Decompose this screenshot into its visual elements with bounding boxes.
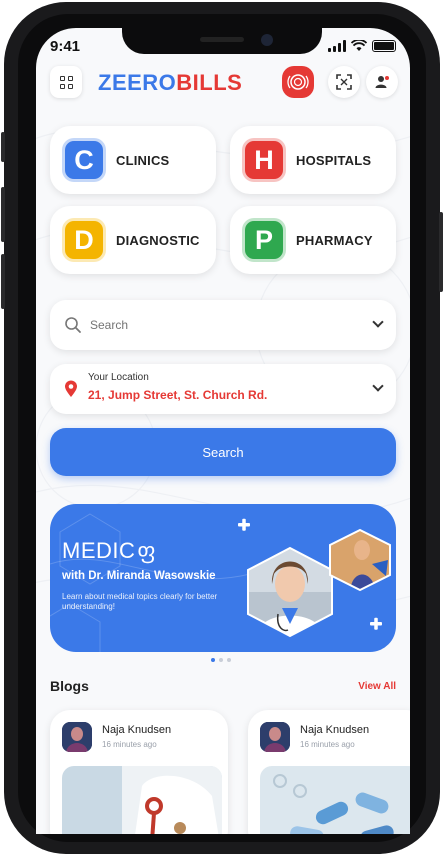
blog-time: 16 minutes ago	[300, 740, 355, 749]
sos-button[interactable]	[282, 66, 314, 98]
category-clinics[interactable]: C CLINICS	[50, 126, 216, 194]
blog-card[interactable]: Naja Knudsen 16 minutes ago	[50, 710, 228, 834]
chevron-down-icon[interactable]	[372, 316, 384, 328]
carousel-dot[interactable]	[219, 658, 223, 662]
profile-icon	[375, 76, 389, 88]
banner-title-text: MEDIC	[62, 538, 136, 563]
menu-button[interactable]	[50, 66, 82, 98]
scan-button[interactable]	[328, 66, 360, 98]
clinics-icon: C	[62, 138, 106, 182]
category-hospitals[interactable]: H HOSPITALS	[230, 126, 396, 194]
hospitals-icon: H	[242, 138, 286, 182]
location-pin-icon	[65, 380, 77, 397]
banner-subtitle: with Dr. Miranda Wasowskie	[62, 570, 216, 582]
status-icons	[328, 40, 396, 52]
search-input[interactable]	[90, 315, 350, 335]
category-label: CLINICS	[116, 152, 170, 168]
promo-banner[interactable]: MEDICფ with Dr. Miranda Wasowskie Learn …	[50, 504, 396, 652]
status-time: 9:41	[50, 38, 81, 55]
blog-image	[62, 766, 222, 834]
signal-icon	[328, 40, 346, 52]
wifi-icon	[351, 40, 367, 51]
category-label: HOSPITALS	[296, 152, 372, 168]
carousel-dot[interactable]	[227, 658, 231, 662]
view-all-link[interactable]: View All	[358, 681, 396, 692]
blog-time: 16 minutes ago	[102, 740, 157, 749]
carousel-dot[interactable]	[211, 658, 215, 662]
app-logo: ZEEROBILLS	[98, 70, 242, 96]
banner-title: MEDICფ	[62, 538, 156, 564]
search-field[interactable]	[50, 300, 396, 350]
location-label: Your Location	[88, 372, 149, 383]
app-header: ZEEROBILLS	[50, 66, 398, 100]
avatar	[62, 722, 92, 752]
mute-switch	[1, 132, 5, 162]
scan-icon	[336, 74, 352, 90]
volume-up-button	[1, 187, 5, 242]
sos-icon	[287, 74, 309, 90]
chevron-down-icon[interactable]	[372, 380, 384, 392]
search-icon	[65, 317, 81, 333]
logo-part-2: BILLS	[176, 70, 243, 95]
category-pharmacy[interactable]: P PHARMACY	[230, 206, 396, 274]
volume-down-button	[1, 254, 5, 309]
blog-author: Naja Knudsen	[102, 724, 172, 736]
blogs-section-title: Blogs	[50, 678, 89, 694]
location-value: 21, Jump Street, St. Church Rd.	[88, 388, 268, 402]
profile-button[interactable]	[366, 66, 398, 98]
search-button[interactable]: Search	[50, 428, 396, 476]
blog-image	[260, 766, 410, 834]
blog-card[interactable]: Naja Knudsen 16 minutes ago	[248, 710, 410, 834]
power-button	[439, 212, 443, 292]
grid-icon	[59, 75, 73, 89]
category-label: PHARMACY	[296, 232, 373, 248]
category-label: DIAGNOSTIC	[116, 232, 200, 248]
category-diagnostic[interactable]: D DIAGNOSTIC	[50, 206, 216, 274]
carousel-indicator	[211, 658, 231, 662]
battery-icon	[372, 40, 396, 52]
app-screen: 9:41 ZEEROBILLS C CLINICS H HOSPITALS D …	[36, 28, 410, 834]
location-selector[interactable]: Your Location 21, Jump Street, St. Churc…	[50, 364, 396, 414]
logo-part-1: ZEERO	[98, 70, 177, 95]
banner-title-glyph: ფ	[137, 538, 157, 563]
status-bar: 9:41	[36, 36, 410, 56]
diagnostic-icon: D	[62, 218, 106, 262]
blog-author: Naja Knudsen	[300, 724, 370, 736]
avatar	[260, 722, 290, 752]
banner-text: Learn about medical topics clearly for b…	[62, 592, 218, 611]
pharmacy-icon: P	[242, 218, 286, 262]
